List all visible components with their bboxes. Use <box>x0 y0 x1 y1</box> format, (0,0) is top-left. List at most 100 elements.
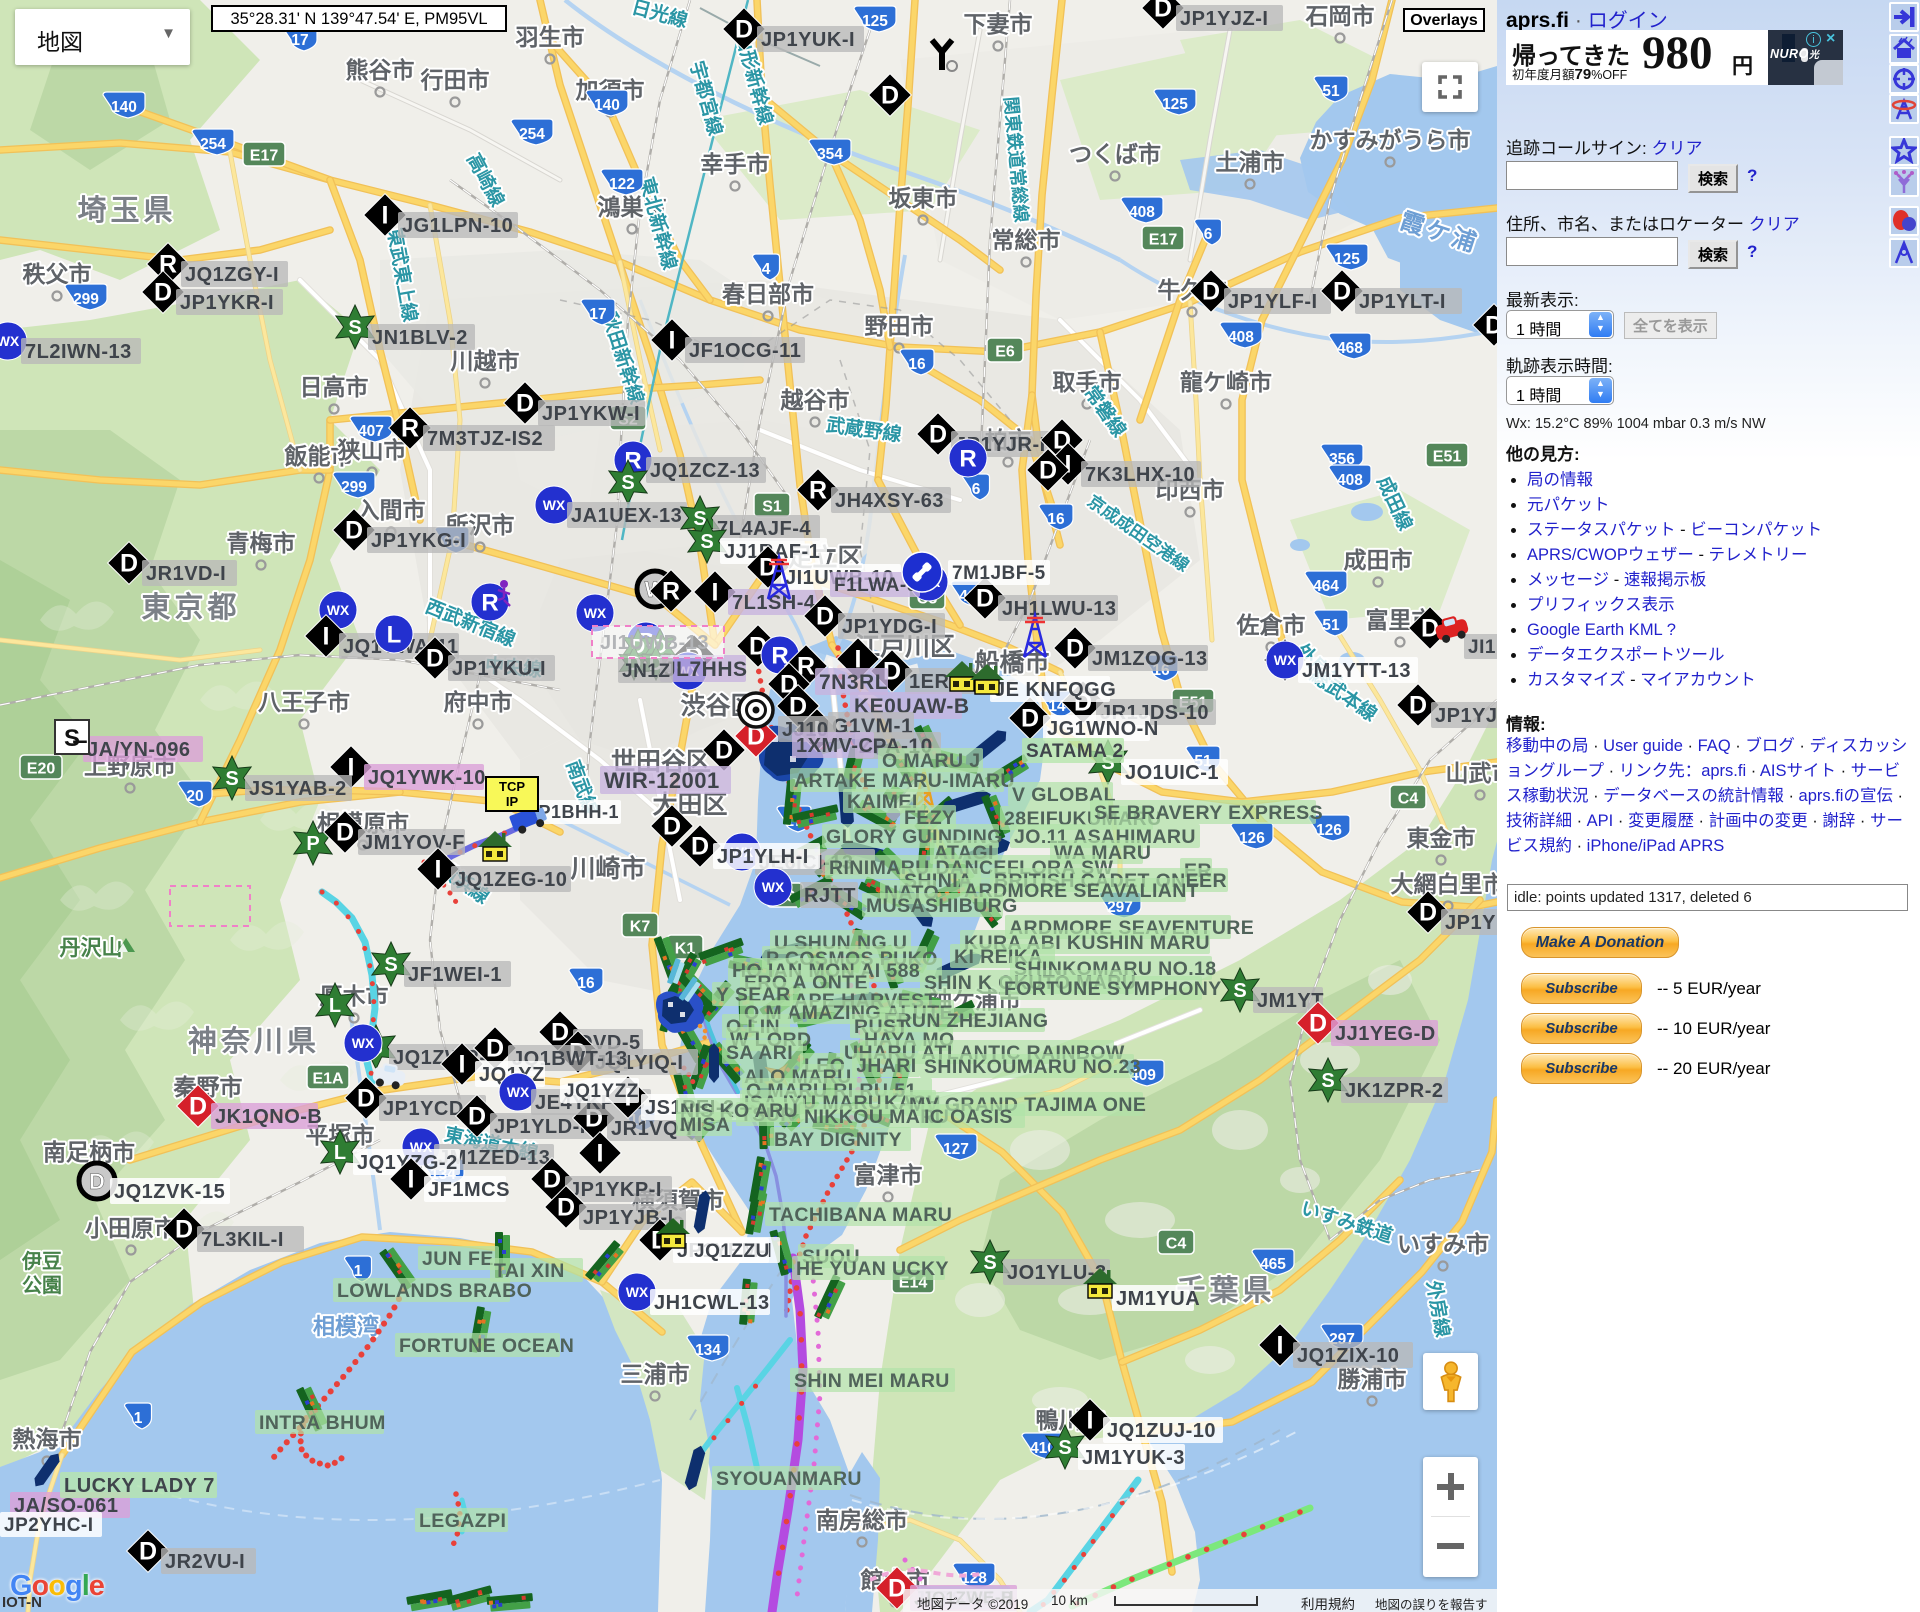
svg-text:東京都: 東京都 <box>141 590 240 624</box>
svg-text:R: R <box>662 578 680 606</box>
svg-text:I: I <box>669 327 676 355</box>
svg-text:JK1QNO-B: JK1QNO-B <box>215 1106 322 1128</box>
svg-text:いすみ市: いすみ市 <box>1397 1231 1489 1257</box>
svg-text:254: 254 <box>200 136 226 153</box>
svg-text:D: D <box>1021 705 1039 733</box>
svg-text:S: S <box>384 954 397 976</box>
svg-text:JP1YLD-I: JP1YLD-I <box>494 1116 586 1138</box>
svg-text:JP1YKG-I: JP1YKG-I <box>371 530 466 552</box>
svg-text:伊豆: 伊豆 <box>21 1250 62 1273</box>
svg-text:7L2IWN-13: 7L2IWN-13 <box>25 341 132 363</box>
svg-text:BAY DIGNITY: BAY DIGNITY <box>774 1129 902 1151</box>
svg-text:20: 20 <box>186 788 203 805</box>
svg-text:126: 126 <box>1239 830 1265 847</box>
svg-text:神奈川県: 神奈川県 <box>188 1025 320 1058</box>
svg-text:D: D <box>1309 1010 1327 1038</box>
svg-text:JF1WEI-1: JF1WEI-1 <box>408 964 502 986</box>
svg-text:127: 127 <box>943 1141 969 1158</box>
svg-text:LUCKY LADY 7: LUCKY LADY 7 <box>64 1475 215 1497</box>
svg-text:408: 408 <box>1228 329 1254 346</box>
svg-text:D: D <box>1409 692 1427 720</box>
svg-text:299: 299 <box>73 291 99 308</box>
svg-text:FORTUNE SYMPHONY: FORTUNE SYMPHONY <box>1004 978 1222 1000</box>
svg-text:WX: WX <box>543 497 566 513</box>
svg-text:JHARI: JHARI <box>856 1055 917 1077</box>
svg-text:354: 354 <box>817 146 843 163</box>
svg-text:JE KNFQGG: JE KNFQGG <box>994 679 1116 701</box>
svg-text:D: D <box>486 1035 504 1063</box>
svg-text:E20: E20 <box>27 761 56 778</box>
svg-text:6: 6 <box>1204 226 1213 243</box>
svg-text:龍ケ崎市: 龍ケ崎市 <box>1180 369 1272 395</box>
svg-text:三浦市: 三浦市 <box>621 1361 690 1387</box>
svg-text:S: S <box>225 768 238 790</box>
svg-text:川越市: 川越市 <box>451 348 520 374</box>
svg-text:D: D <box>881 82 899 110</box>
svg-text:17: 17 <box>589 306 606 323</box>
svg-text:公園: 公園 <box>22 1274 62 1297</box>
svg-text:D: D <box>139 1538 157 1566</box>
svg-text:幸手市: 幸手市 <box>701 151 770 177</box>
svg-text:JG1WNO-N: JG1WNO-N <box>1047 718 1159 740</box>
svg-text:丹沢山: 丹沢山 <box>60 937 123 960</box>
svg-text:E51: E51 <box>1433 449 1462 466</box>
svg-text:E1A: E1A <box>312 1071 344 1088</box>
svg-text:JQ1ZIX-10: JQ1ZIX-10 <box>1297 1345 1399 1367</box>
svg-text:D: D <box>929 421 947 449</box>
svg-text:IC OASIS: IC OASIS <box>924 1106 1013 1128</box>
svg-text:JP1YLF-I: JP1YLF-I <box>1228 291 1318 313</box>
svg-text:JR2VU-I: JR2VU-I <box>165 1551 245 1573</box>
svg-text:D: D <box>735 16 753 44</box>
svg-text:WX: WX <box>584 605 607 621</box>
svg-text:WX: WX <box>352 1035 375 1051</box>
svg-text:WX: WX <box>507 1084 530 1100</box>
svg-text:JP1YL: JP1YL <box>1445 912 1497 934</box>
svg-text:126: 126 <box>1316 822 1342 839</box>
svg-text:I: I <box>1087 1407 1094 1435</box>
svg-text:JQ1ZUJ-10: JQ1ZUJ-10 <box>1107 1420 1216 1442</box>
svg-text:佐倉市: 佐倉市 <box>1236 612 1306 638</box>
svg-text:D: D <box>1039 457 1057 485</box>
svg-text:122: 122 <box>609 176 635 193</box>
svg-text:JP1YKU-I: JP1YKU-I <box>452 658 546 680</box>
svg-text:D: D <box>426 645 444 673</box>
svg-text:L: L <box>334 1142 346 1164</box>
svg-text:7L4AJF-4: 7L4AJF-4 <box>717 518 811 540</box>
svg-text:D: D <box>189 1093 207 1121</box>
svg-text:JJ1YEG-D: JJ1YEG-D <box>1335 1023 1436 1045</box>
svg-text:I: I <box>435 856 442 884</box>
svg-text:TCP: TCP <box>499 779 525 794</box>
svg-text:S: S <box>621 472 634 494</box>
svg-text:WX: WX <box>762 879 785 895</box>
svg-text:D: D <box>1485 312 1497 340</box>
svg-text:125: 125 <box>1162 96 1188 113</box>
svg-text:125: 125 <box>1334 251 1360 268</box>
svg-text:E17: E17 <box>1149 232 1178 249</box>
svg-text:JP1YLT-I: JP1YLT-I <box>1359 291 1446 313</box>
svg-text:JR1VD-I: JR1VD-I <box>146 563 226 585</box>
svg-text:I: I <box>382 202 389 230</box>
svg-text:D: D <box>89 1169 105 1194</box>
svg-text:I: I <box>459 1051 466 1079</box>
svg-text:JM1YOV-F: JM1YOV-F <box>362 832 465 854</box>
svg-text:JM1YUK-3: JM1YUK-3 <box>1082 1447 1185 1469</box>
svg-text:SYOUANMARU: SYOUANMARU <box>716 1468 862 1490</box>
svg-text:S: S <box>1058 1437 1071 1459</box>
svg-text:1XMV-C: 1XMV-C <box>796 735 873 757</box>
svg-text:140: 140 <box>594 97 620 114</box>
svg-text:D: D <box>154 279 172 307</box>
svg-text:E6: E6 <box>995 344 1015 361</box>
svg-text:坂東市: 坂東市 <box>889 185 958 211</box>
svg-text:D: D <box>816 603 834 631</box>
svg-text:FORTUNE OCEAN: FORTUNE OCEAN <box>399 1335 574 1357</box>
svg-text:S: S <box>1233 980 1246 1002</box>
svg-text:E17: E17 <box>250 148 279 165</box>
svg-text:SHINKOUMARU NO.23: SHINKOUMARU NO.23 <box>924 1056 1141 1078</box>
svg-text:JS1YAB-2: JS1YAB-2 <box>249 778 347 800</box>
svg-text:D: D <box>175 1216 193 1244</box>
svg-text:八王子市: 八王子市 <box>258 689 350 715</box>
svg-text:D: D <box>976 585 994 613</box>
svg-text:埼玉県: 埼玉県 <box>77 194 176 227</box>
svg-text:JL7HHS: JL7HHS <box>664 658 748 681</box>
svg-text:D: D <box>336 819 354 847</box>
